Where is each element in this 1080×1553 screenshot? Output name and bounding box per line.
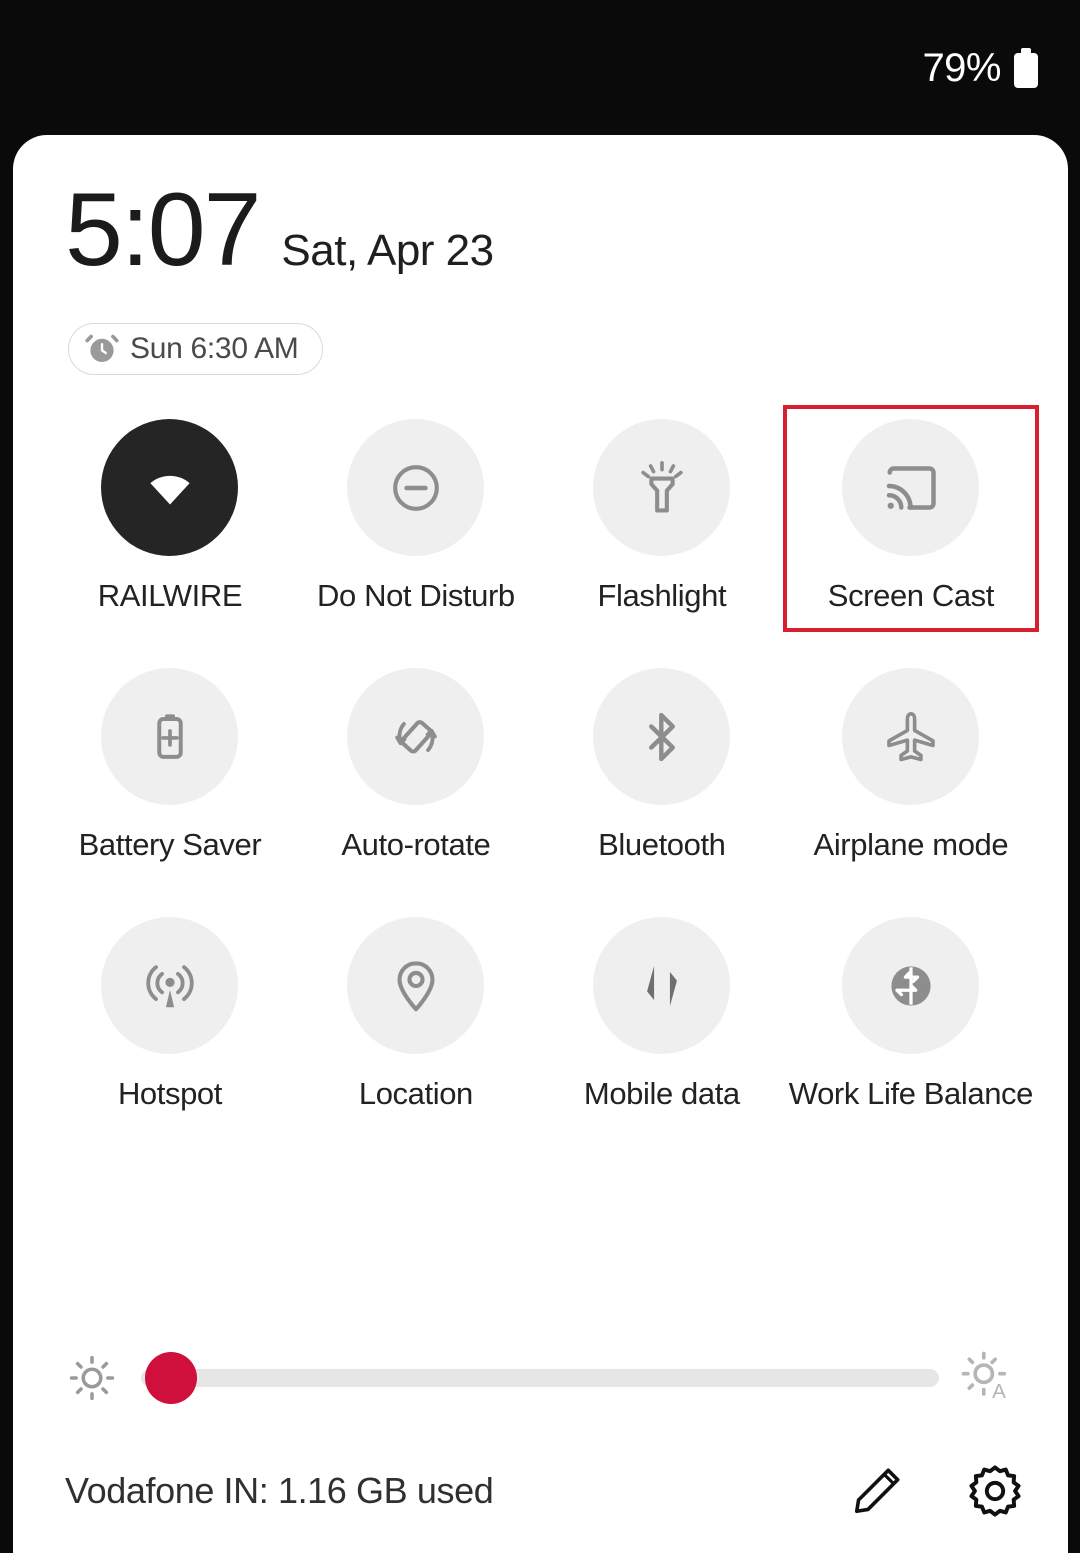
airplane-icon [882,708,940,766]
tile-location[interactable]: Location [293,905,539,1128]
status-bar-right-cluster: 79% [922,45,1038,90]
tile-mobile-data[interactable]: Mobile data [539,905,785,1128]
next-alarm-chip[interactable]: Sun 6:30 AM [68,323,324,375]
footer-actions [847,1461,1025,1521]
tile-icon-wrap [347,668,485,805]
phone-screen: 79% 5:07 Sat, Apr 23 Sun 6:30 AM RAILWIR… [0,0,1080,1553]
tile-flashlight[interactable]: Flashlight [539,407,785,630]
tile-do-not-disturb[interactable]: Do Not Disturb [293,407,539,630]
tile-icon-wrap [593,668,731,805]
auto-rotate-icon [387,708,445,766]
tile-hotspot[interactable]: Hotspot [47,905,293,1128]
quick-settings-panel: 5:07 Sat, Apr 23 Sun 6:30 AM RAILWIRE Do… [13,135,1068,1553]
tile-label: Location [358,1076,473,1111]
status-bar: 79% [0,0,1080,135]
battery-full-icon [1014,47,1038,88]
tile-label: Hotspot [117,1076,222,1111]
tile-work-life-balance[interactable]: Work Life Balance [785,905,1037,1128]
location-pin-icon [387,957,445,1015]
tile-label: Do Not Disturb [317,578,515,613]
tile-battery-saver[interactable]: Battery Saver [47,656,293,879]
tile-label: Bluetooth [598,827,726,862]
do-not-disturb-icon [387,459,445,517]
tile-icon-wrap [101,917,239,1054]
gear-settings-icon[interactable] [965,1461,1025,1521]
flashlight-icon [633,459,691,517]
tile-screen-cast[interactable]: Screen Cast [782,405,1040,632]
work-life-balance-icon [883,958,939,1014]
brightness-row: A [65,1343,1017,1413]
clock-time: 5:07 [65,172,261,288]
tile-bluetooth[interactable]: Bluetooth [539,656,785,879]
tile-auto-rotate[interactable]: Auto-rotate [293,656,539,879]
tile-label: Mobile data [583,1076,740,1111]
clock-block[interactable]: 5:07 Sat, Apr 23 [65,172,494,288]
tile-airplane-mode[interactable]: Airplane mode [785,656,1037,879]
tile-railwire[interactable]: RAILWIRE [47,407,293,630]
tile-label: Work Life Balance [788,1076,1034,1111]
tile-icon-wrap [101,668,239,805]
brightness-slider[interactable] [141,1351,939,1405]
pencil-edit-icon[interactable] [847,1461,907,1521]
brightness-low-icon [65,1351,119,1405]
clock-date: Sat, Apr 23 [281,226,494,275]
tile-icon-wrap [593,419,731,556]
tile-icon-wrap [347,419,485,556]
brightness-slider-thumb[interactable] [145,1352,197,1404]
tile-label: Screen Cast [827,578,995,613]
tile-label: Battery Saver [78,827,262,862]
tile-label: Auto-rotate [341,827,491,862]
tile-icon-wrap [347,917,485,1054]
svg-text:A: A [992,1380,1006,1403]
panel-footer: Vodafone IN: 1.16 GB used [65,1451,1025,1531]
tile-icon-wrap [842,917,980,1054]
tile-icon-wrap [842,668,980,805]
mobile-data-icon [634,958,690,1014]
bluetooth-icon [634,709,690,765]
tile-icon-wrap [842,419,980,556]
screen-cast-icon [881,458,941,518]
carrier-data-usage-label: Vodafone IN: 1.16 GB used [65,1470,494,1511]
tile-icon-wrap [593,917,731,1054]
tile-label: Airplane mode [813,827,1009,862]
alarm-chip-label: Sun 6:30 AM [130,332,299,365]
quick-settings-tiles-grid: RAILWIRE Do Not Disturb Flashlight Scree… [47,405,1040,1128]
battery-percent-label: 79% [922,45,1001,90]
brightness-slider-track[interactable] [141,1369,939,1387]
tile-icon-wrap [101,419,239,556]
wifi-icon [139,457,201,519]
tile-label: RAILWIRE [97,578,243,613]
battery-saver-icon [142,709,198,765]
brightness-auto-icon[interactable]: A [957,1349,1017,1407]
hotspot-icon [141,957,199,1015]
tile-label: Flashlight [597,578,727,613]
alarm-clock-icon [85,332,119,366]
